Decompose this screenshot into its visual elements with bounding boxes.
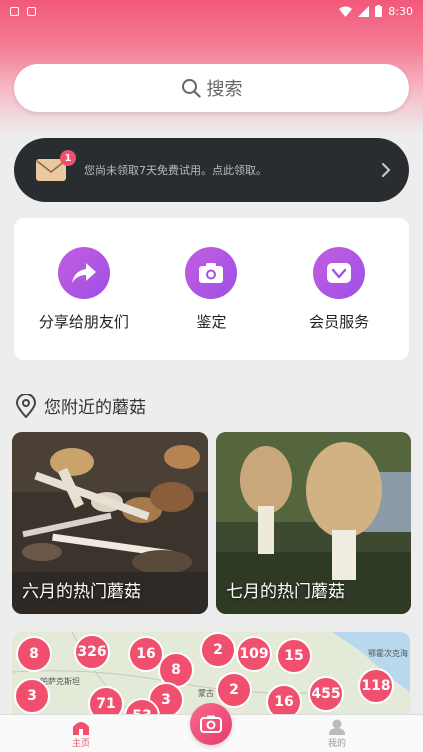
free-trial-banner[interactable]: 1 您尚未领取7天免费试用。点此领取。 bbox=[14, 138, 409, 202]
map-cluster-pin[interactable]: 2 bbox=[200, 632, 236, 668]
notification-badge: 1 bbox=[60, 150, 76, 166]
vip-service-button[interactable]: 会员服务 bbox=[284, 246, 394, 332]
tab-home[interactable]: 主页 bbox=[72, 719, 90, 749]
identify-button[interactable]: 鉴定 bbox=[156, 246, 266, 332]
june-popular-tile[interactable]: 六月的热门蘑菇 bbox=[12, 432, 208, 614]
identify-label: 鉴定 bbox=[196, 312, 227, 331]
tab-mine-label: 我的 bbox=[328, 739, 347, 749]
vip-service-label: 会员服务 bbox=[309, 312, 370, 331]
nearby-title: 您附近的蘑菇 bbox=[44, 398, 146, 418]
wifi-icon bbox=[339, 6, 353, 17]
app-notification-icon bbox=[27, 6, 36, 16]
chevron-right-icon bbox=[382, 163, 391, 177]
mail-icon: 1 bbox=[36, 150, 76, 181]
map-cluster-pin[interactable]: 8 bbox=[16, 636, 52, 672]
map-cluster-pin[interactable]: 2 bbox=[216, 672, 252, 708]
july-tile-caption: 七月的热门蘑菇 bbox=[226, 582, 345, 602]
nearby-section-header: 您附近的蘑菇 bbox=[16, 393, 146, 418]
tab-home-label: 主页 bbox=[72, 739, 91, 749]
notification-icon bbox=[10, 6, 19, 16]
share-label: 分享给朋友们 bbox=[38, 312, 129, 331]
june-tile-caption: 六月的热门蘑菇 bbox=[22, 582, 141, 602]
search-label: 搜索 bbox=[206, 79, 243, 100]
july-popular-tile[interactable]: 七月的热门蘑菇 bbox=[216, 432, 411, 614]
map-cluster-pin[interactable]: 455 bbox=[308, 676, 344, 712]
map-label-okhotsk: 鄂霍次克海 bbox=[368, 649, 408, 658]
share-button[interactable]: 分享给朋友们 bbox=[29, 246, 139, 332]
home-icon bbox=[73, 722, 89, 735]
profile-icon bbox=[329, 719, 345, 735]
camera-icon bbox=[185, 246, 238, 299]
status-bar: 8:30 bbox=[0, 0, 423, 22]
map-label-mongolia: 蒙古 bbox=[198, 689, 214, 698]
banner-message: 您尚未领取7天免费试用。点此领取。 bbox=[84, 164, 267, 177]
location-pin-icon bbox=[16, 393, 36, 418]
camera-icon bbox=[200, 715, 222, 733]
tab-mine[interactable]: 我的 bbox=[328, 719, 346, 749]
search-bar[interactable]: 搜索 bbox=[14, 64, 409, 112]
clock: 8:30 bbox=[388, 4, 413, 18]
search-icon bbox=[181, 79, 201, 98]
vip-diamond-icon bbox=[313, 246, 366, 299]
map-cluster-pin[interactable]: 15 bbox=[276, 638, 312, 674]
quick-actions-card: 分享给朋友们 鉴定 会员服务 bbox=[14, 218, 409, 360]
battery-icon bbox=[375, 5, 383, 17]
map-cluster-pin[interactable]: 118 bbox=[358, 668, 394, 704]
share-arrow-icon bbox=[57, 246, 110, 299]
map-cluster-pin[interactable]: 109 bbox=[236, 636, 272, 672]
signal-icon bbox=[358, 5, 370, 17]
camera-fab-button[interactable] bbox=[190, 703, 232, 745]
map-cluster-pin[interactable]: 326 bbox=[74, 634, 110, 670]
map-cluster-pin[interactable]: 3 bbox=[14, 678, 50, 714]
